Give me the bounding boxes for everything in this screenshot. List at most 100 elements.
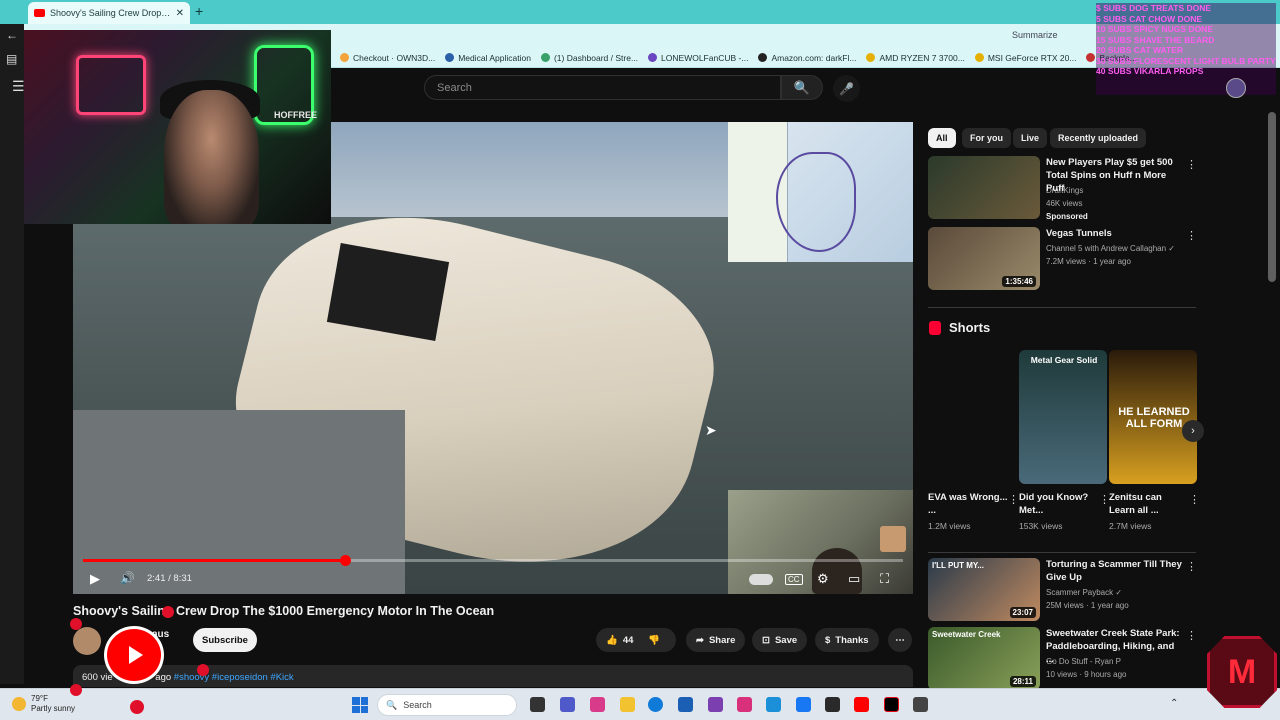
short-item[interactable]: HE LEARNED ALL FORM Zenitsu can Learn all… [1109,350,1200,531]
theater-icon[interactable]: ▭ [848,571,860,587]
thanks-button[interactable]: $ Thanks [815,628,879,652]
more-options-icon[interactable]: ⋮ [1186,560,1197,573]
app-icon[interactable] [708,697,723,712]
recommended-video[interactable]: Go Do Stuff - Ryan P 10 views · 9 hours a… [928,627,1197,691]
youtube-icon[interactable] [854,697,869,712]
chip-for-you[interactable]: For you [962,128,1011,148]
store-icon[interactable] [825,697,840,712]
chip-live[interactable]: Live [1013,128,1048,148]
dislike-icon[interactable]: 👎 [648,635,660,646]
subscribe-button[interactable]: Subscribe [193,628,257,652]
teams-icon[interactable] [560,697,575,712]
browser-side-rail: ← ▤ [0,24,24,684]
summarize-button[interactable]: Summarize [1012,30,1058,40]
more-options-icon[interactable]: ⋮ [1008,493,1019,506]
video-title[interactable]: Sweetwater Creek State Park: Paddleboard… [1046,627,1184,666]
more-options-icon[interactable]: ⋮ [1186,629,1197,642]
bookmark-label: MSI GeForce RTX 20... [987,52,1077,63]
captions-button[interactable]: CC [785,574,803,585]
back-icon[interactable]: ← [6,28,18,42]
video-title[interactable]: Vegas Tunnels [1046,227,1184,240]
app-icon[interactable] [913,697,928,712]
autoplay-toggle[interactable] [749,574,773,585]
bookmark-item[interactable]: Amazon.com: darkFl... [758,53,856,63]
mic-icon[interactable]: 🎤 [833,75,860,102]
bookmark-item[interactable]: Checkout · OWN3D... [340,53,435,63]
desc-tags[interactable]: #shoovy #iceposeidon #Kick [174,672,294,683]
facebook-icon[interactable] [796,697,811,712]
browser-tab-active[interactable]: Shoovy's Sailing Crew Drop The $ ✕ [28,2,190,24]
edge-icon[interactable] [648,697,663,712]
start-button[interactable] [352,697,368,713]
channel-avatar[interactable] [73,627,101,655]
netflix-icon[interactable] [884,697,899,712]
bookmark-item[interactable]: MSI GeForce RTX 20... [974,52,1077,63]
youtube-logo-icon [104,626,164,684]
chip-recently-uploaded[interactable]: Recently uploaded [1050,128,1147,148]
recommended-video[interactable]: Scammer Payback ✓ 25M views · 1 year ago I… [928,558,1197,622]
short-title[interactable]: EVA was Wrong... ... [928,491,1008,517]
short-thumbnail[interactable]: HE LEARNED ALL FORM [1109,350,1197,484]
bookmark-favicon-icon [758,53,768,62]
app-icon[interactable] [766,697,781,712]
short-thumbnail[interactable] [928,350,1016,484]
progress-bar[interactable] [83,555,903,566]
menu-icon[interactable]: ☰ [12,78,25,95]
video-map-inset [728,122,913,262]
recommended-video[interactable]: Channel 5 with Andrew Callaghan ✓ 7.2M vi… [928,227,1197,291]
bookmark-item[interactable]: Medical Application [445,53,531,63]
system-tray-chevron-icon[interactable]: ⌃ [1170,698,1178,709]
scrollbar[interactable] [1268,112,1276,282]
share-label: Share [708,634,736,646]
bookmark-item[interactable]: (1) Dashboard / Stre... [540,53,638,63]
video-thumbnail[interactable]: I'LL PUT MY... 23:07 [928,558,1040,621]
bookmark-favicon-icon [1086,53,1096,62]
play-icon[interactable]: ▶ [90,571,100,587]
weather-widget[interactable]: 79°F Partly sunny [12,694,75,714]
more-options-icon[interactable]: ⋮ [1186,229,1197,242]
share-button[interactable]: ➦ Share [686,628,746,652]
copilot-icon[interactable] [590,697,605,712]
calendar-icon[interactable] [678,697,693,712]
account-avatar[interactable] [1226,78,1246,98]
instagram-icon[interactable] [737,697,752,712]
video-thumbnail[interactable]: Sweetwater Creek 28:11 [928,627,1040,690]
search-icon[interactable]: 🔍 [781,75,823,100]
recommended-video[interactable]: DraftKings 46K views Sponsored New Players … [928,156,1197,221]
thumbnail-text: Sweetwater Creek [932,630,1001,639]
volume-icon[interactable]: 🔊 [120,571,135,585]
short-item[interactable]: Metal Gear Solid Did you Know? Met... 153K… [1019,350,1110,531]
chip-all[interactable]: All [928,128,956,148]
short-title[interactable]: Zenitsu can Learn all ... [1109,491,1189,517]
weather-temp: 79°F [31,694,48,703]
short-item[interactable]: EVA was Wrong... ... 1.2M views ⋮ [928,350,1019,531]
tab-close-icon[interactable]: ✕ [176,8,184,19]
video-title[interactable]: Torturing a Scammer Till They Give Up [1046,558,1184,584]
short-title[interactable]: Did you Know? Met... [1019,491,1099,517]
channel-name[interactable]: Scammer Payback ✓ [1046,586,1122,599]
short-thumbnail-text: Metal Gear Solid [1030,355,1098,365]
shorts-next-button[interactable]: › [1182,420,1204,442]
video-duration: 23:07 [1009,607,1036,618]
sidebar-icon[interactable]: ▤ [6,52,17,66]
video-thumbnail[interactable]: 1:35:46 [928,227,1040,290]
like-dislike-button[interactable]: 👍 44 👎 [596,628,676,652]
video-title[interactable]: New Players Play $5 get 500 Total Spins … [1046,156,1184,195]
bookmark-item[interactable]: LONEWOLFanCUB -... [648,53,748,63]
video-thumbnail[interactable] [928,156,1040,219]
settings-icon[interactable]: ⚙ [817,571,829,587]
short-thumbnail[interactable]: Metal Gear Solid [1019,350,1107,484]
more-actions-button[interactable]: ⋯ [888,628,912,652]
like-icon[interactable]: 👍 [606,635,618,646]
new-tab-button[interactable]: + [195,3,203,19]
fullscreen-icon[interactable]: ⛶ [880,571,889,587]
channel-name[interactable]: Channel 5 with Andrew Callaghan ✓ [1046,242,1175,255]
search-input[interactable]: Search [424,75,781,100]
bookmark-item[interactable]: AMD RYZEN 7 3700... [866,53,965,63]
more-options-icon[interactable]: ⋮ [1189,493,1200,506]
save-button[interactable]: ⊡ Save [752,628,808,652]
task-view-icon[interactable] [530,697,545,712]
file-explorer-icon[interactable] [620,697,635,712]
more-options-icon[interactable]: ⋮ [1186,158,1197,171]
taskbar-search[interactable]: 🔍 Search [377,694,517,716]
